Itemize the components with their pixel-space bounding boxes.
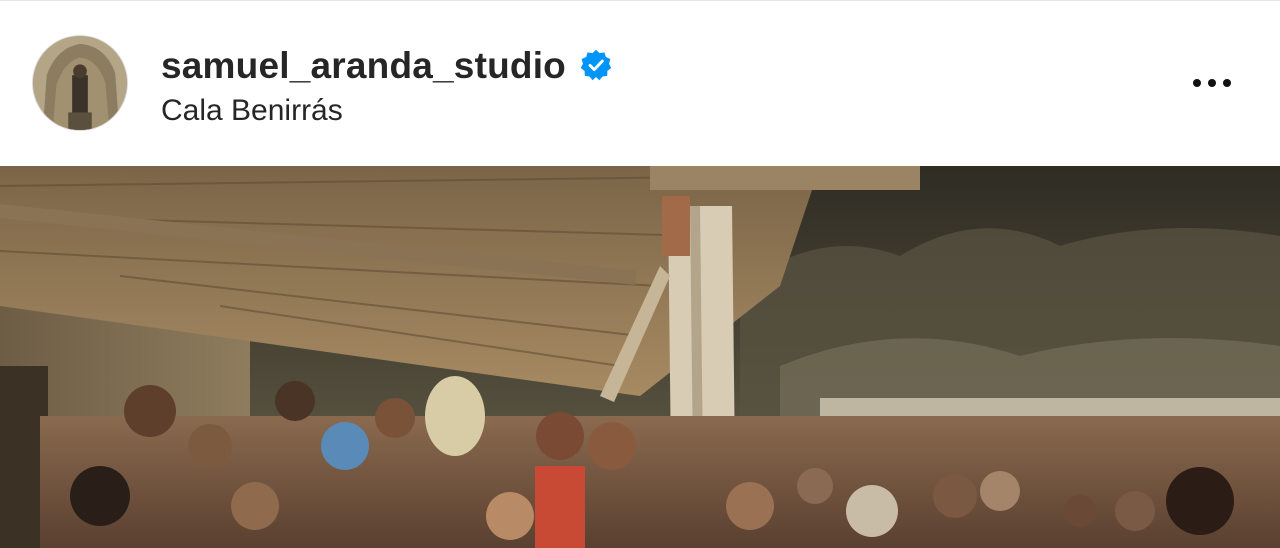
beach-party-photo: [0, 166, 1280, 548]
more-horizontal-icon: [1193, 79, 1201, 87]
username-row: samuel_aranda_studio: [161, 41, 612, 89]
post-image[interactable]: [0, 166, 1280, 548]
avatar-photo: [33, 36, 127, 130]
more-options-button[interactable]: [1180, 63, 1244, 103]
more-dot: [1223, 79, 1231, 87]
verified-badge-icon: [580, 49, 612, 81]
post-location[interactable]: Cala Benirrás: [161, 94, 343, 127]
author-username[interactable]: samuel_aranda_studio: [161, 47, 566, 84]
author-avatar[interactable]: [32, 35, 128, 131]
post-header: samuel_aranda_studio Cala Benirrás: [0, 0, 1280, 166]
more-dot: [1208, 79, 1216, 87]
